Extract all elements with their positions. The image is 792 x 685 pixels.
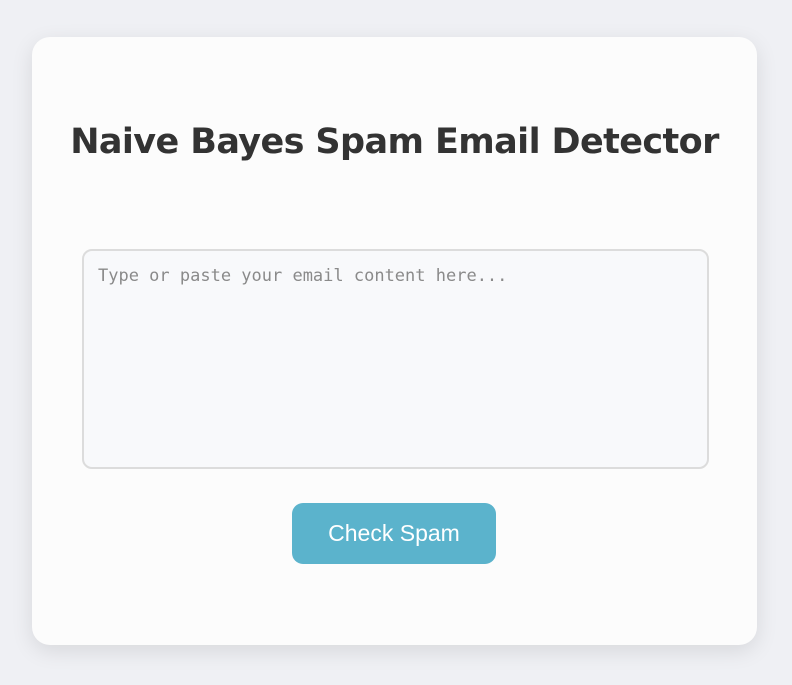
email-content-input[interactable] (82, 249, 709, 469)
check-spam-button[interactable]: Check Spam (292, 503, 496, 564)
page-title: Naive Bayes Spam Email Detector (70, 122, 719, 162)
detector-card: Naive Bayes Spam Email Detector Check Sp… (32, 37, 757, 645)
